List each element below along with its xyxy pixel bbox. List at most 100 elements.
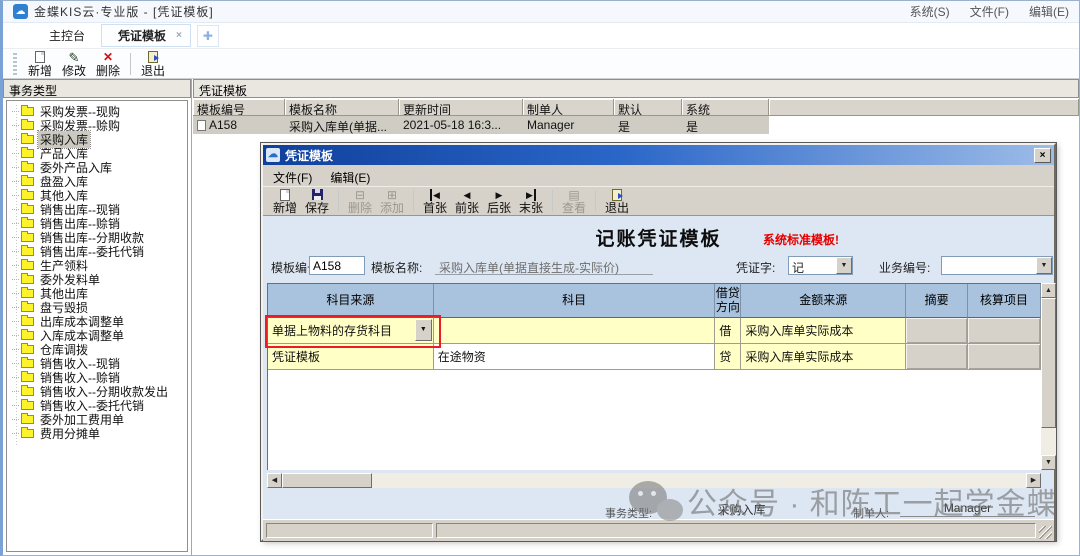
dlg-next-button[interactable]: ▶ 后张 [483,188,515,214]
scroll-left-icon[interactable]: ◀ [267,473,282,488]
transaction-type-item[interactable]: 费用分摊单 [7,426,187,440]
folder-icon [21,135,34,144]
transaction-type-item[interactable]: 盘盈入库 [7,174,187,188]
dlg-first-button[interactable]: ◀ 首张 [419,188,451,214]
account-cell[interactable] [434,318,716,344]
toolbar-separator [595,190,596,212]
toolbar-separator [338,190,339,212]
menu-system[interactable]: 系统(S) [910,3,950,20]
cell-template-code: A158 [209,118,237,132]
tab-voucher-template[interactable]: 凭证模板 × [101,24,191,47]
next-record-icon: ▶ [496,189,503,201]
direction-cell[interactable]: 借 [715,318,741,344]
dialog-titlebar[interactable]: ☁ 凭证模板 × [263,145,1054,165]
folder-icon [21,205,34,214]
dlg-prev-button[interactable]: ◀ 前张 [451,188,483,214]
transaction-type-item[interactable]: 其他出库 [7,286,187,300]
col-update-time[interactable]: 更新时间 [399,99,523,115]
menu-file[interactable]: 文件(F) [970,3,1009,20]
template-name-value[interactable]: 采购入库单(单据直接生成-实际价) [435,257,653,275]
folder-icon [21,317,34,326]
folder-icon [21,359,34,368]
direction-cell[interactable]: 贷 [715,344,741,370]
dlg-save-button[interactable]: 保存 [301,188,333,214]
amount-source-cell[interactable]: 采购入库单实际成本 [741,318,906,344]
first-record-icon: ◀ [430,189,440,201]
summary-cell[interactable] [906,344,968,370]
account-cell[interactable]: 在途物资 [434,344,716,370]
dialog-menu-file[interactable]: 文件(F) [273,169,312,182]
folder-icon [21,373,34,382]
transaction-type-item[interactable]: 委外产品入库 [7,160,187,174]
col-system[interactable]: 系统 [682,99,769,115]
grid-horizontal-scrollbar[interactable]: ◀ ▶ [267,473,1041,488]
folder-icon [21,429,34,438]
tab-add-icon[interactable]: ✚ [197,25,219,47]
folder-icon [21,191,34,200]
sidebar: 事务类型 采购发票--现购 采购发票--赊购 采购入库 [3,79,192,555]
tab-console[interactable]: 主控台 [33,24,101,47]
resize-grip[interactable] [1039,526,1052,539]
cell-default: 是 [614,116,682,134]
exit-button[interactable]: 退出 [136,51,170,77]
modify-button[interactable]: 修改 [57,51,91,77]
dlg-delete-row-button[interactable]: 删除 [344,188,376,214]
scrollbar-track[interactable] [372,473,1026,488]
cell-creator: Manager [523,116,614,134]
business-no-select[interactable]: ▼ [941,256,1053,275]
folder-icon [21,401,34,410]
doc-icon [197,120,206,131]
col-default[interactable]: 默认 [614,99,682,115]
dialog-menu-edit[interactable]: 编辑(E) [330,169,370,182]
app-cloud-icon: ☁ [13,4,28,19]
check-item-cell[interactable] [968,318,1041,344]
grid-vertical-scrollbar[interactable]: ▲ ▼ [1041,283,1056,470]
summary-cell[interactable] [906,318,968,344]
transaction-type-item[interactable]: 销售出库--委托代销 [7,244,187,258]
col-creator[interactable]: 制单人 [523,99,614,115]
scroll-down-icon[interactable]: ▼ [1041,455,1056,470]
dialog-form: 模板编号: 模板名称: 采购入库单(单据直接生成-实际价) 凭证字: 记 ▼ 业… [263,256,1054,276]
col-amount-source: 金额来源 [741,284,906,318]
col-summary: 摘要 [906,284,968,318]
menu-edit[interactable]: 编辑(E) [1029,3,1069,20]
delete-button[interactable]: 删除 [91,51,125,77]
new-button[interactable]: 新增 [23,51,57,77]
col-account-source: 科目来源 [268,284,434,318]
exit-door-icon [612,189,622,201]
chevron-down-icon[interactable]: ▼ [836,257,852,274]
voucher-word-select[interactable]: 记 ▼ [788,256,853,275]
scroll-right-icon[interactable]: ▶ [1026,473,1041,488]
folder-icon [21,387,34,396]
chevron-down-icon[interactable]: ▼ [1036,257,1052,274]
scroll-up-icon[interactable]: ▲ [1041,283,1056,298]
annotation-highlight-box [265,315,441,348]
toolbar-separator [413,190,414,212]
transaction-type-item[interactable]: 委外发料单 [7,272,187,286]
dlg-add-row-button[interactable]: 添加 [376,188,408,214]
transaction-type-item[interactable]: 采购入库 [7,132,187,146]
transaction-type-item[interactable]: 入库成本调整单 [7,328,187,342]
dlg-view-button[interactable]: 查看 [558,188,590,214]
amount-source-cell[interactable]: 采购入库单实际成本 [741,344,906,370]
dialog-close-button[interactable]: × [1034,148,1051,163]
template-code-input[interactable] [309,256,365,275]
scrollbar-thumb[interactable] [282,473,372,488]
template-name-label: 模板名称: [371,259,422,276]
folder-icon [21,149,34,158]
template-list-row[interactable]: A158 采购入库单(单据... 2021-05-18 16:3... Mana… [193,116,769,134]
dlg-last-button[interactable]: ▶ 末张 [515,188,547,214]
voucher-template-dialog: ☁ 凭证模板 × 文件(F) 编辑(E) 新增 保存 删除 添加 [261,143,1056,541]
transaction-type-item[interactable]: 采购发票--赊购 [7,118,187,132]
view-icon [568,188,579,201]
toolbar-grip[interactable] [13,53,17,75]
col-template-code[interactable]: 模板编号 [193,99,285,115]
dlg-exit-button[interactable]: 退出 [601,188,633,214]
check-item-cell[interactable] [968,344,1041,370]
scrollbar-thumb[interactable] [1041,298,1056,428]
dlg-new-button[interactable]: 新增 [269,188,301,214]
col-template-name[interactable]: 模板名称 [285,99,399,115]
tab-close-icon[interactable]: × [174,30,184,41]
folder-icon [21,275,34,284]
edit-icon [69,51,80,64]
